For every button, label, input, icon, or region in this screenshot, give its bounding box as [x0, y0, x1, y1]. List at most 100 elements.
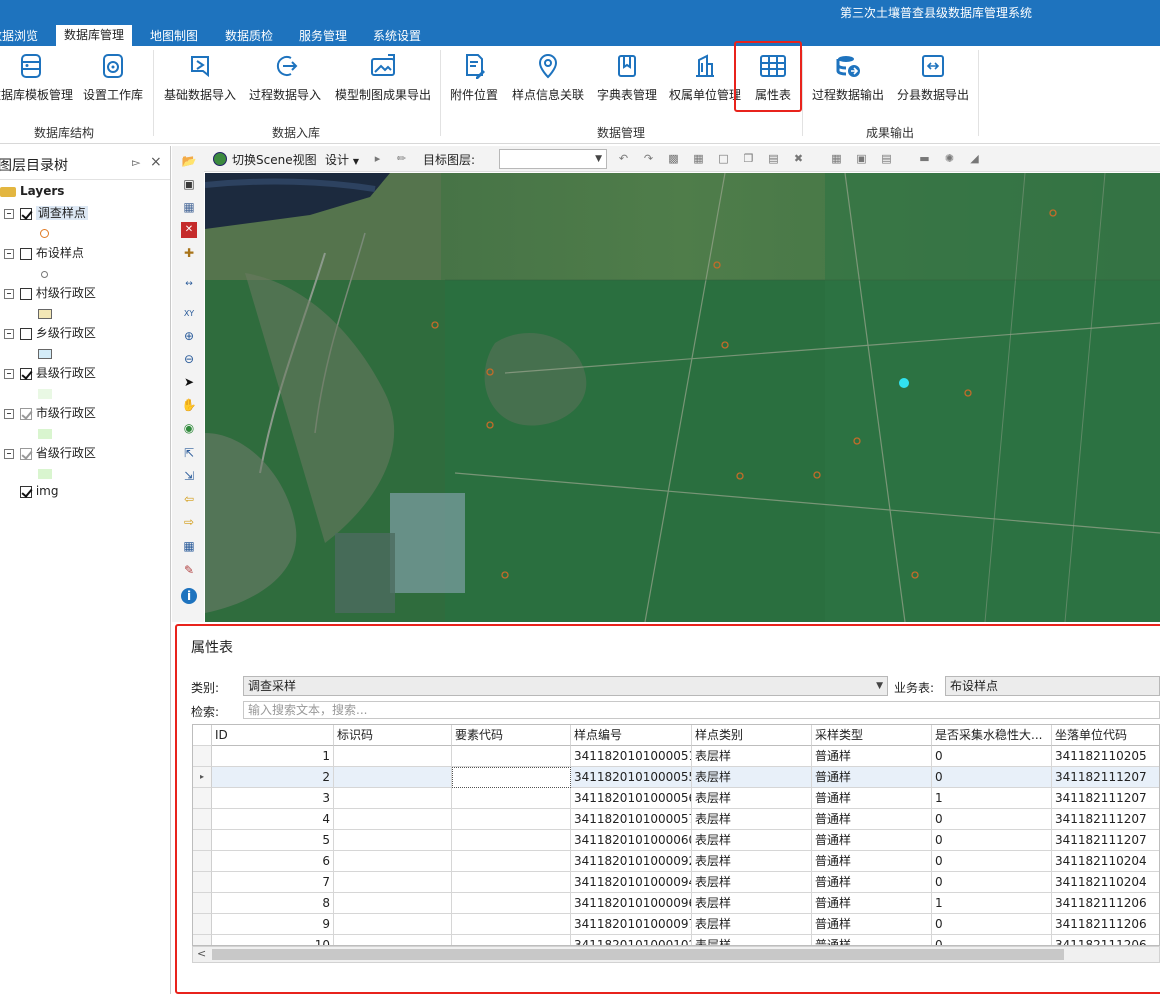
reshape-icon[interactable]: ▦	[692, 152, 705, 165]
undo-icon[interactable]: ↶	[617, 152, 630, 165]
model-map-export-icon	[371, 54, 395, 76]
attribute-panel-highlight-frame	[175, 624, 1160, 994]
switch-scene-button[interactable]: 切换Scene视图	[232, 151, 317, 168]
layer-checkbox[interactable]	[20, 367, 32, 380]
close-icon[interactable]: ×	[150, 154, 162, 170]
county-export-icon	[922, 55, 944, 77]
collapse-icon[interactable]	[4, 328, 14, 339]
process-data-import-button[interactable]: 过程数据导入	[246, 52, 324, 122]
pencil-icon[interactable]: ✏	[395, 152, 408, 165]
basic-data-import-icon	[191, 56, 209, 78]
add-data-icon[interactable]: ✚	[181, 245, 197, 261]
magic-tool-icon[interactable]: ✺	[943, 152, 956, 165]
design-menu[interactable]: 设计 ▼	[325, 151, 359, 168]
database-export-icon	[836, 56, 860, 77]
union-icon[interactable]: ▤	[880, 152, 893, 165]
vertical-toolbar: 📂 ▣ ▦ ✕ ✚ ↔ XY ⊕ ⊖ ➤ ✋ ◉ ⇱ ⇲ ⇦ ⇨ ▦ ✎ i	[172, 146, 204, 622]
copy-icon[interactable]: ❐	[742, 152, 755, 165]
target-layer-select[interactable]: ▼	[499, 149, 607, 169]
clear-selection-icon[interactable]: ✎	[181, 562, 197, 578]
county-swatch	[38, 389, 52, 399]
split-icon[interactable]: ▦	[830, 152, 843, 165]
collapse-icon[interactable]	[4, 408, 14, 419]
layer-row-city[interactable]: 市级行政区	[4, 404, 96, 421]
layer-row-img[interactable]: img	[20, 484, 58, 498]
basic-data-import-button[interactable]: 基础数据导入	[161, 52, 239, 122]
edit-vertex-icon[interactable]: ▩	[667, 152, 680, 165]
layer-checkbox[interactable]	[20, 327, 32, 340]
play-icon[interactable]: ▸	[371, 152, 384, 165]
shrink-extent-icon[interactable]: ⇲	[181, 468, 197, 484]
collapse-icon[interactable]	[4, 448, 14, 459]
ownership-unit-button[interactable]: 权属单位管理	[667, 52, 743, 122]
sample-info-link-button[interactable]: 样点信息关联	[510, 52, 586, 122]
building-icon	[696, 54, 714, 77]
attachment-location-button[interactable]: 附件位置	[448, 52, 500, 122]
dictionary-management-button[interactable]: 字典表管理	[595, 52, 659, 122]
set-workspace-button[interactable]: 设置工作库	[80, 52, 146, 122]
attachment-icon	[466, 54, 485, 79]
tab-map-making[interactable]: 地图制图	[142, 27, 206, 46]
tab-service-management[interactable]: 服务管理	[291, 27, 355, 46]
save-as-icon[interactable]: ▦	[181, 199, 197, 215]
merge-icon[interactable]: ▣	[855, 152, 868, 165]
county-data-export-button[interactable]: 分县数据导出	[894, 52, 972, 122]
layer-checkbox[interactable]	[20, 447, 32, 460]
layer-checkbox[interactable]	[20, 207, 32, 220]
tab-data-browse[interactable]: 数据浏览	[0, 27, 46, 46]
info-icon[interactable]: i	[181, 588, 197, 604]
forward-arrow-icon[interactable]: ⇨	[181, 514, 197, 530]
database-template-icon	[21, 54, 41, 78]
line-tool-icon[interactable]: ▬	[918, 152, 931, 165]
layer-row-layout-points[interactable]: 布设样点	[4, 244, 84, 261]
tab-database-management[interactable]: 数据库管理	[56, 25, 133, 46]
paste-icon[interactable]: ▤	[767, 152, 780, 165]
redo-icon[interactable]: ↷	[642, 152, 655, 165]
pin-icon[interactable]: ▻	[132, 156, 140, 169]
layer-checkbox[interactable]	[20, 485, 32, 498]
layer-row-village[interactable]: 村级行政区	[4, 284, 96, 301]
eraser-icon[interactable]: ◢	[968, 152, 981, 165]
open-folder-icon[interactable]: 📂	[181, 153, 197, 169]
full-extent-icon[interactable]: ⇱	[181, 445, 197, 461]
zoom-in-icon[interactable]: ⊕	[181, 328, 197, 344]
xy-coordinate-icon[interactable]: XY	[181, 306, 197, 322]
layer-row-county[interactable]: 县级行政区	[4, 364, 96, 381]
dictionary-icon	[618, 55, 636, 77]
model-map-export-button[interactable]: 模型制图成果导出	[332, 52, 434, 122]
measure-icon[interactable]: ↔	[181, 276, 197, 292]
layer-checkbox[interactable]	[20, 287, 32, 300]
select-by-rect-icon[interactable]: ▦	[181, 538, 197, 554]
delete-icon[interactable]: ✕	[181, 222, 197, 238]
collapse-icon[interactable]	[4, 208, 14, 219]
scene-globe-icon	[213, 152, 227, 166]
layer-tree-panel: 图层目录树 ▻ × Layers 调查样点 布设样点 村级行政区 乡级行政区 县…	[0, 146, 171, 994]
ribbon: 数据库模板管理 设置工作库 数据库结构 基础数据导入 过程数据导入 模型制图成果…	[0, 41, 1160, 144]
save-icon[interactable]: ▣	[181, 176, 197, 192]
database-settings-icon	[103, 54, 123, 78]
back-arrow-icon[interactable]: ⇦	[181, 491, 197, 507]
map-view[interactable]	[205, 173, 1160, 622]
collapse-icon[interactable]	[4, 248, 14, 259]
tab-data-quality[interactable]: 数据质检	[217, 27, 281, 46]
tab-system-settings[interactable]: 系统设置	[365, 27, 429, 46]
collapse-icon[interactable]	[4, 288, 14, 299]
delete-feature-icon[interactable]: ✖	[792, 152, 805, 165]
village-swatch	[38, 309, 52, 319]
layer-row-town[interactable]: 乡级行政区	[4, 324, 96, 341]
collapse-icon[interactable]	[4, 368, 14, 379]
map-toolbar: 切换Scene视图 设计 ▼ ▸ ✏ 目标图层: ▼ ↶ ↷ ▩ ▦ □ ❐ ▤…	[204, 146, 1160, 172]
process-data-export-button[interactable]: 过程数据输出	[810, 52, 886, 122]
layer-checkbox[interactable]	[20, 247, 32, 260]
selected-point-marker	[899, 378, 909, 388]
globe-icon[interactable]: ◉	[181, 420, 197, 436]
pan-hand-icon[interactable]: ✋	[181, 397, 197, 413]
zoom-out-icon[interactable]: ⊖	[181, 351, 197, 367]
database-template-button[interactable]: 数据库模板管理	[0, 52, 74, 122]
layer-row-survey-points[interactable]: 调查样点	[4, 204, 88, 221]
layers-root[interactable]: Layers	[0, 184, 64, 198]
select-arrow-icon[interactable]: ➤	[181, 374, 197, 390]
layer-row-province[interactable]: 省级行政区	[4, 444, 96, 461]
layer-checkbox[interactable]	[20, 407, 32, 420]
cut-polygon-icon[interactable]: □	[717, 152, 730, 165]
